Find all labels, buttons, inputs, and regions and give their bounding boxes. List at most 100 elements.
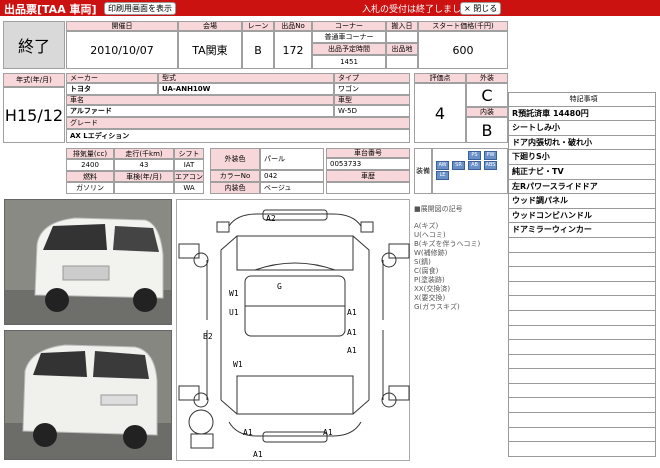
displacement-label: 排気量(cc) (66, 148, 114, 159)
label-venue: 会場 (178, 21, 242, 31)
note-item (508, 296, 656, 311)
auction-venue: TA関東 (178, 31, 242, 69)
note-item (508, 237, 656, 253)
vehicle-photo-rear[interactable] (4, 330, 172, 460)
fuel-label: 燃料 (66, 171, 114, 182)
year-label: 年式(年/月) (3, 73, 65, 87)
equipment-pw-icon: PW (484, 151, 497, 160)
legend-item: X(要交換) (414, 294, 446, 302)
grade-value: AX Lエディション (66, 129, 410, 143)
damage-label: A1 (347, 308, 357, 317)
auction-date: 2010/10/07 (66, 31, 178, 69)
inspection-value (114, 182, 174, 194)
grade-label: グレード (66, 117, 410, 129)
legend-title: ■展開図の記号 (414, 205, 463, 213)
legend-item: S(錆) (414, 258, 431, 266)
mileage-label: 走行(千km) (114, 148, 174, 159)
note-item (508, 281, 656, 297)
body-label: 車型 (334, 95, 410, 105)
equipment-le-icon: LE (436, 171, 449, 180)
damage-label: A1 (323, 428, 333, 437)
int-color-label: 内装色 (210, 182, 260, 194)
label-start-price: スタート価格(千円) (418, 21, 508, 31)
diagram-legend: ■展開図の記号 A(キズ) U(ヘコミ) B(キズを伴うヘコミ) W(補修跡) … (414, 205, 504, 312)
legend-item: A(キズ) (414, 222, 439, 230)
shift-value: IAT (174, 159, 204, 171)
ext-color-value: パール (260, 148, 324, 170)
note-item (508, 383, 656, 399)
location-value (386, 55, 418, 69)
car-outline-diagram (178, 209, 410, 449)
label-arrival: 搬入日 (386, 21, 418, 31)
label-date: 開催日 (66, 21, 178, 31)
rating-value: 4 (414, 83, 466, 143)
note-item (508, 252, 656, 268)
location-label: 出品地 (386, 43, 418, 55)
note-item: ウッド調パネル (508, 194, 656, 209)
note-item: 純正ナビ・TV (508, 164, 656, 180)
damage-label: W1 (229, 289, 239, 298)
note-item (508, 310, 656, 326)
equipment-abs-icon: ABS (484, 161, 497, 170)
page-title: 出品票[TAA 車両] (4, 3, 97, 16)
body-value: W-5D (334, 105, 410, 117)
legend-item: U(ヘコミ) (414, 231, 446, 239)
note-item (508, 427, 656, 443)
damage-label: A1 (347, 328, 357, 337)
interior-value: B (466, 117, 508, 143)
note-item (508, 267, 656, 282)
corner-value: 普通車コーナー (312, 31, 386, 43)
equipment-label: 装備 (414, 148, 432, 194)
note-item: R預託済車 14480円 (508, 106, 656, 122)
chassis-label: 車台番号 (326, 148, 410, 158)
exterior-label: 外装 (466, 73, 508, 83)
type-value: ワゴン (334, 83, 410, 95)
maker-value: トヨタ (66, 83, 158, 95)
equipment-aw-icon: AW (436, 161, 449, 170)
model-label: 型式 (158, 73, 334, 83)
label-lot: 出品No (274, 21, 312, 31)
inspection-label: 車検(年/月) (114, 171, 174, 182)
note-item: ドア内張切れ・破れ小 (508, 135, 656, 151)
interior-label: 内装 (466, 107, 508, 117)
status-cell: 終了 (3, 21, 65, 69)
note-item (508, 398, 656, 414)
name-value: アルファード (66, 105, 334, 117)
note-item: 下廻りS小 (508, 150, 656, 165)
note-item: ドアミラーウィンカー (508, 223, 656, 238)
equipment-ab-icon: AB (468, 161, 481, 170)
mileage-value: 43 (114, 159, 174, 171)
color-no-value: 042 (260, 170, 324, 182)
note-item (508, 369, 656, 384)
note-item: ウッドコンビハンドル (508, 208, 656, 224)
legend-item: W(補修跡) (414, 249, 448, 257)
history-label: 車歴 (326, 170, 410, 182)
damage-diagram: A2 G W1 U1 A1 A1 B2 A1 W1 A1 A1 A1 (176, 199, 410, 461)
damage-label: U1 (229, 308, 239, 317)
close-button[interactable]: × 閉じる (460, 2, 502, 15)
damage-label: B2 (203, 332, 213, 341)
note-item: 左Rパワースライドドア (508, 179, 656, 195)
damage-label: A1 (243, 428, 253, 437)
damage-label: G (277, 282, 282, 291)
label-corner: コーナー (312, 21, 386, 31)
aircon-label: エアコン (174, 171, 204, 182)
rating-label: 評価点 (414, 73, 466, 83)
note-item (508, 442, 656, 457)
year-value: H15/12 (3, 87, 65, 143)
print-button[interactable]: 印刷用画面を表示 (104, 2, 176, 15)
note-item (508, 325, 656, 341)
lot-number: 172 (274, 31, 312, 69)
damage-label: A1 (347, 346, 357, 355)
scheduled-time-label: 出品予定時間 (312, 43, 386, 55)
fuel-value: ガソリン (66, 182, 114, 194)
vehicle-photo-front[interactable] (4, 199, 172, 325)
damage-label: A2 (266, 214, 276, 223)
legend-item: G(ガラスキズ) (414, 303, 460, 311)
ext-color-label: 外装色 (210, 148, 260, 170)
legend-item: C(腐食) (414, 267, 439, 275)
aircon-value: WA (174, 182, 204, 194)
type-label: タイプ (334, 73, 410, 83)
note-item: シートしみ小 (508, 121, 656, 136)
model-value: UA-ANH10W (158, 83, 334, 95)
